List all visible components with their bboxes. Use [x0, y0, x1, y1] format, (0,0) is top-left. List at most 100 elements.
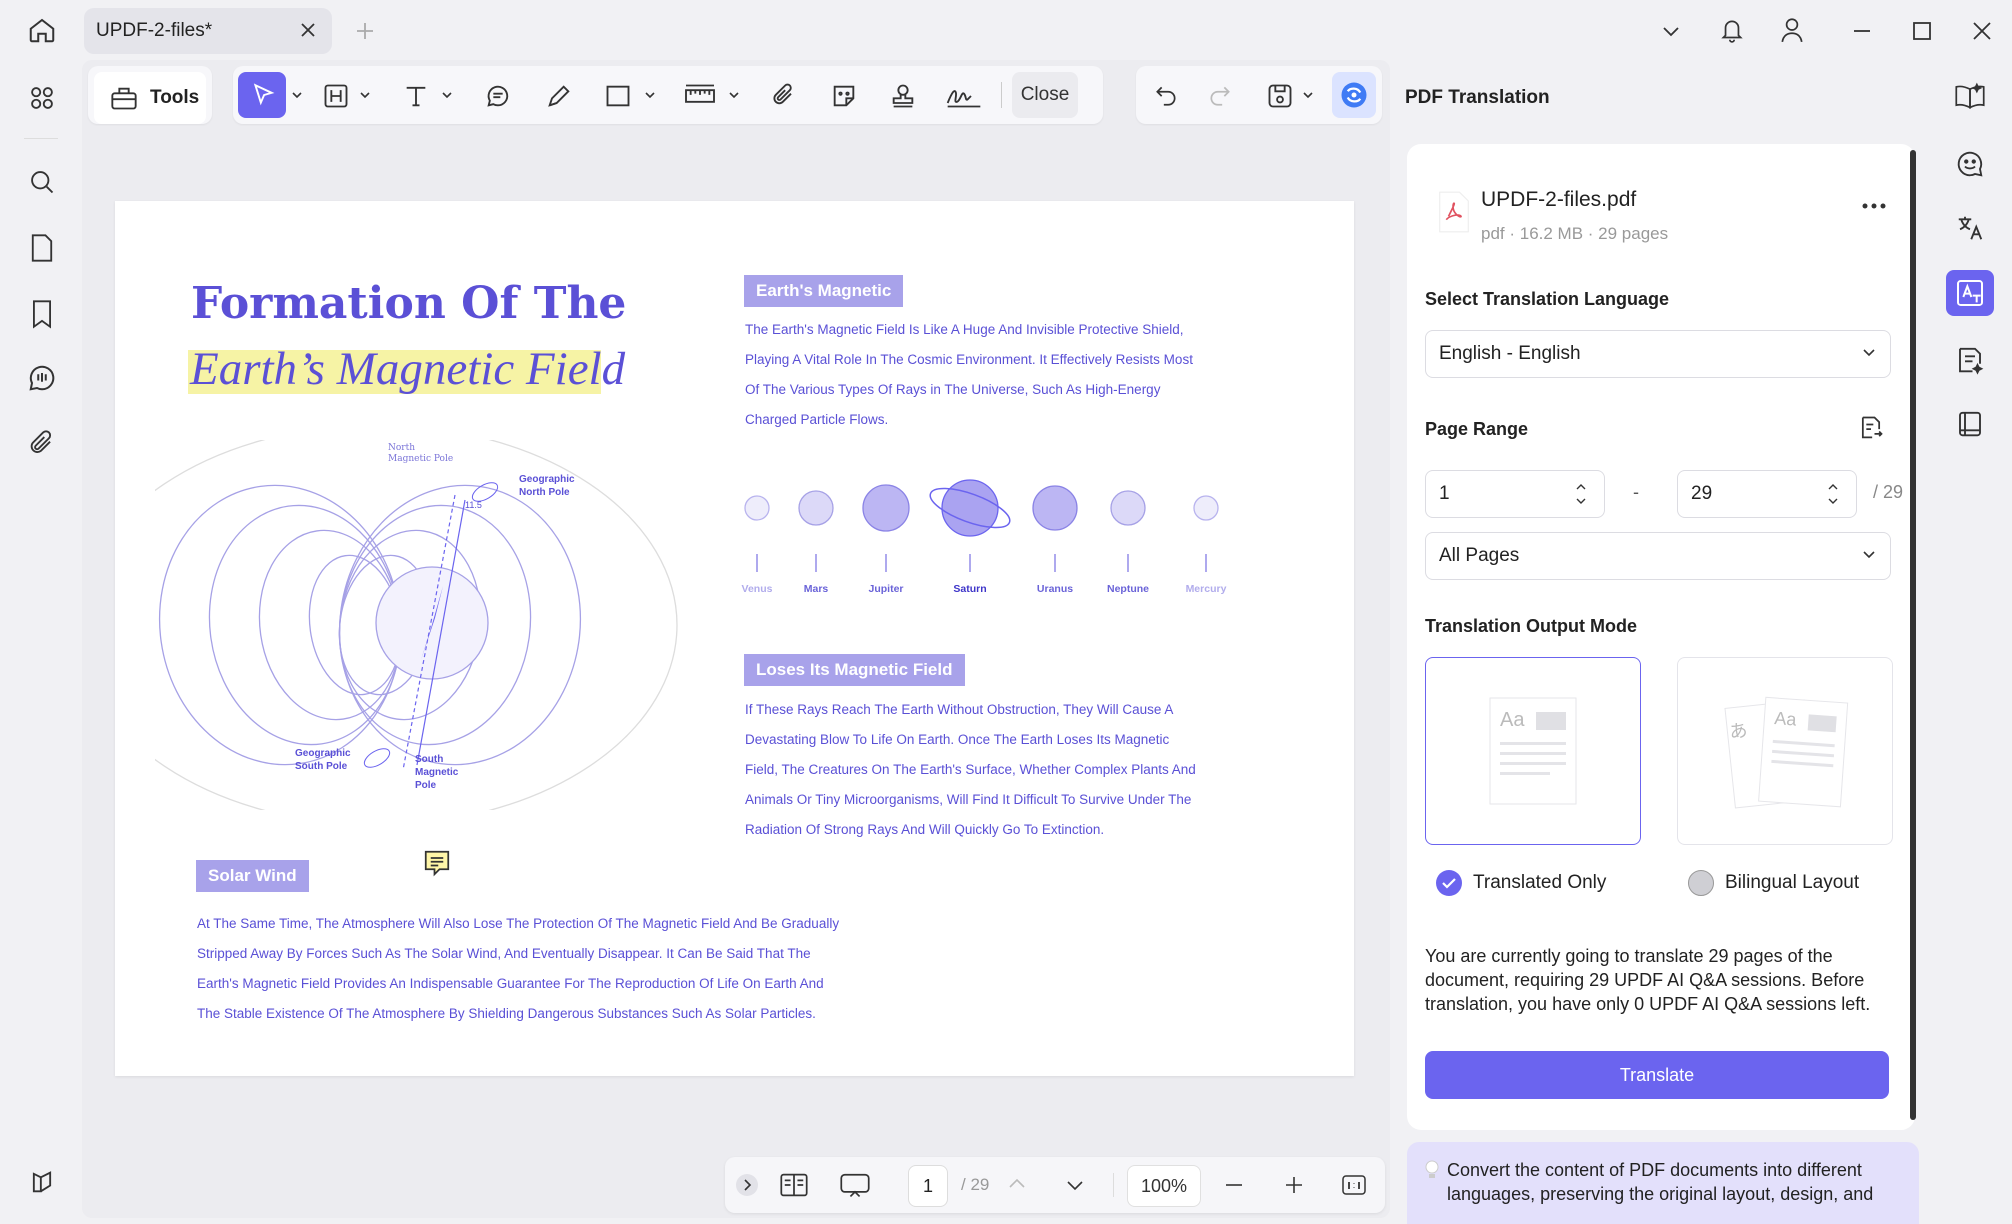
close-annotation-button[interactable]: Close — [1012, 72, 1078, 118]
maximize-icon[interactable] — [1906, 16, 1938, 46]
sticker-tool-icon[interactable] — [829, 82, 859, 110]
section1-line: Charged Particle Flows. — [745, 412, 889, 427]
bilingual-layout-label: Bilingual Layout — [1725, 872, 1860, 893]
page-navigation-bar: 1 / 29 100% — [725, 1157, 1385, 1213]
range-to-input[interactable]: 29 — [1677, 470, 1857, 518]
stepper-icon[interactable] — [1826, 479, 1840, 509]
rail-divider — [24, 138, 58, 139]
previous-page-icon[interactable] — [1005, 1173, 1029, 1195]
close-window-icon[interactable] — [1966, 16, 1998, 46]
magnetic-field-diagram: North Magnetic Pole Geographic North Pol… — [155, 440, 678, 810]
translate-button[interactable]: Translate — [1425, 1051, 1889, 1099]
measure-tool-icon[interactable] — [683, 82, 717, 110]
select-tool-button[interactable] — [238, 72, 286, 118]
comment-note-icon[interactable] — [422, 848, 452, 878]
translate-text-icon[interactable] — [1948, 208, 1992, 248]
section1-line: Playing A Vital Role In The Cosmic Envir… — [745, 352, 1193, 367]
current-page-input[interactable]: 1 — [908, 1165, 948, 1207]
undo-icon[interactable] — [1152, 82, 1180, 108]
zoom-level-field[interactable]: 100% — [1127, 1165, 1201, 1207]
pages-icon[interactable] — [22, 230, 62, 266]
mode-card-bilingual[interactable]: あ Aa — [1677, 657, 1893, 845]
section2-line: Field, The Creatures On The Earth's Surf… — [745, 762, 1196, 777]
attachment-icon[interactable] — [22, 426, 62, 462]
translated-document-icon: Aa — [1489, 697, 1577, 805]
comments-icon[interactable] — [22, 360, 62, 396]
tab-title: UPDF-2-files* — [96, 20, 213, 41]
chevron-down-icon — [1862, 549, 1876, 561]
panel-title: PDF Translation — [1405, 87, 1550, 108]
panel-scrollbar[interactable] — [1910, 150, 1916, 1120]
page-subset-select[interactable]: All Pages — [1425, 532, 1891, 580]
reader-mode-icon[interactable] — [1948, 76, 1992, 116]
planets-illustration — [744, 479, 1219, 572]
text-chevron-icon[interactable] — [441, 90, 453, 100]
zoom-out-icon[interactable] — [1223, 1174, 1245, 1196]
section2-line: If These Rays Reach The Earth Without Ob… — [745, 702, 1174, 717]
output-mode-label: Translation Output Mode — [1425, 616, 1637, 636]
chevron-down-icon — [1862, 347, 1876, 359]
more-options-icon[interactable] — [1861, 202, 1887, 210]
planet-label-mercury: Mercury — [1185, 583, 1227, 595]
ai-assistant-button[interactable] — [1332, 72, 1376, 118]
close-tab-icon[interactable] — [298, 20, 318, 40]
book-view-icon[interactable] — [1948, 404, 1992, 444]
minimize-icon[interactable] — [1846, 16, 1878, 46]
bilingual-layout-radio[interactable] — [1687, 869, 1715, 897]
page-title-line1: Formation Of The — [191, 278, 627, 329]
section-tag-solar-wind: Solar Wind — [196, 860, 309, 892]
signature-tool-icon[interactable] — [944, 82, 984, 110]
shape-chevron-icon[interactable] — [644, 90, 656, 100]
page-subset-value: All Pages — [1439, 545, 1520, 566]
zoom-in-icon[interactable] — [1283, 1174, 1305, 1196]
mode-card-translated-only[interactable]: Aa — [1425, 657, 1641, 845]
range-total: / 29 — [1873, 482, 1904, 502]
stepper-icon[interactable] — [1574, 479, 1588, 509]
translation-panel: PDF Translation UPDF-2-files.pdf pdf · 1… — [1395, 60, 1929, 1224]
pdf-translation-icon[interactable] — [1946, 270, 1994, 316]
chevron-down-icon[interactable] — [1655, 16, 1687, 46]
highlight-tool-icon[interactable] — [321, 82, 351, 110]
search-icon[interactable] — [22, 164, 62, 200]
thumbnails-grid-icon[interactable] — [22, 80, 62, 116]
svg-text:11.5: 11.5 — [465, 500, 482, 510]
new-tab-icon[interactable] — [350, 16, 380, 46]
planet-label-neptune: Neptune — [1107, 583, 1149, 595]
pencil-tool-icon[interactable] — [544, 82, 574, 110]
document-tab[interactable]: UPDF-2-files* — [84, 8, 332, 54]
highlight-chevron-icon[interactable] — [359, 90, 371, 100]
language-select[interactable]: English - English — [1425, 330, 1891, 378]
measure-chevron-icon[interactable] — [728, 90, 740, 100]
redo-icon[interactable] — [1206, 82, 1234, 108]
translated-only-radio[interactable] — [1435, 869, 1463, 897]
range-from-input[interactable]: 1 — [1425, 470, 1605, 518]
page-range-swap-icon[interactable] — [1857, 414, 1885, 442]
next-page-icon[interactable] — [1063, 1175, 1087, 1197]
user-account-icon[interactable] — [1776, 12, 1808, 48]
bilingual-document-icon: あ Aa — [1724, 696, 1849, 809]
attach-file-tool-icon[interactable] — [769, 82, 799, 110]
text-tool-icon[interactable] — [401, 82, 431, 110]
comment-tool-icon[interactable] — [483, 82, 513, 110]
stamp-tool-icon[interactable] — [888, 82, 918, 110]
presentation-icon[interactable] — [839, 1171, 871, 1199]
sidebar-settings-icon[interactable] — [22, 1164, 62, 1200]
section1-line: Of The Various Types Of Rays in The Univ… — [745, 382, 1161, 397]
tip-banner: Convert the content of PDF documents int… — [1407, 1142, 1919, 1224]
expand-sidebar-icon[interactable] — [735, 1173, 759, 1197]
svg-text:Magnetic Pole: Magnetic Pole — [388, 454, 453, 464]
save-icon[interactable] — [1266, 82, 1294, 110]
save-chevron-icon[interactable] — [1302, 90, 1314, 100]
notification-bell-icon[interactable] — [1716, 12, 1748, 48]
rectangle-tool-icon[interactable] — [603, 82, 633, 110]
bookmark-icon[interactable] — [22, 296, 62, 332]
ai-chat-icon[interactable] — [1948, 144, 1992, 184]
home-icon[interactable] — [22, 12, 62, 48]
planet-label-mars: Mars — [803, 583, 829, 595]
page-layout-icon[interactable] — [779, 1171, 809, 1199]
select-chevron-icon[interactable] — [291, 90, 303, 100]
tools-button[interactable]: Tools — [94, 72, 206, 124]
summarize-icon[interactable] — [1948, 340, 1992, 380]
svg-text:South: South — [415, 754, 443, 765]
actual-size-icon[interactable] — [1341, 1173, 1367, 1197]
